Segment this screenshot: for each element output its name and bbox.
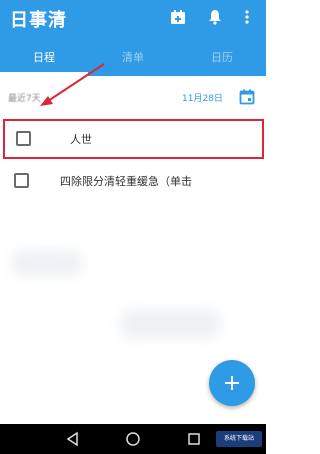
home-icon[interactable] [125,431,141,447]
add-task-button[interactable] [209,360,255,406]
recents-icon[interactable] [186,431,202,447]
watermark-logo: 系统下载站 [216,431,262,447]
back-icon[interactable] [65,431,81,447]
plus-icon [225,376,239,390]
